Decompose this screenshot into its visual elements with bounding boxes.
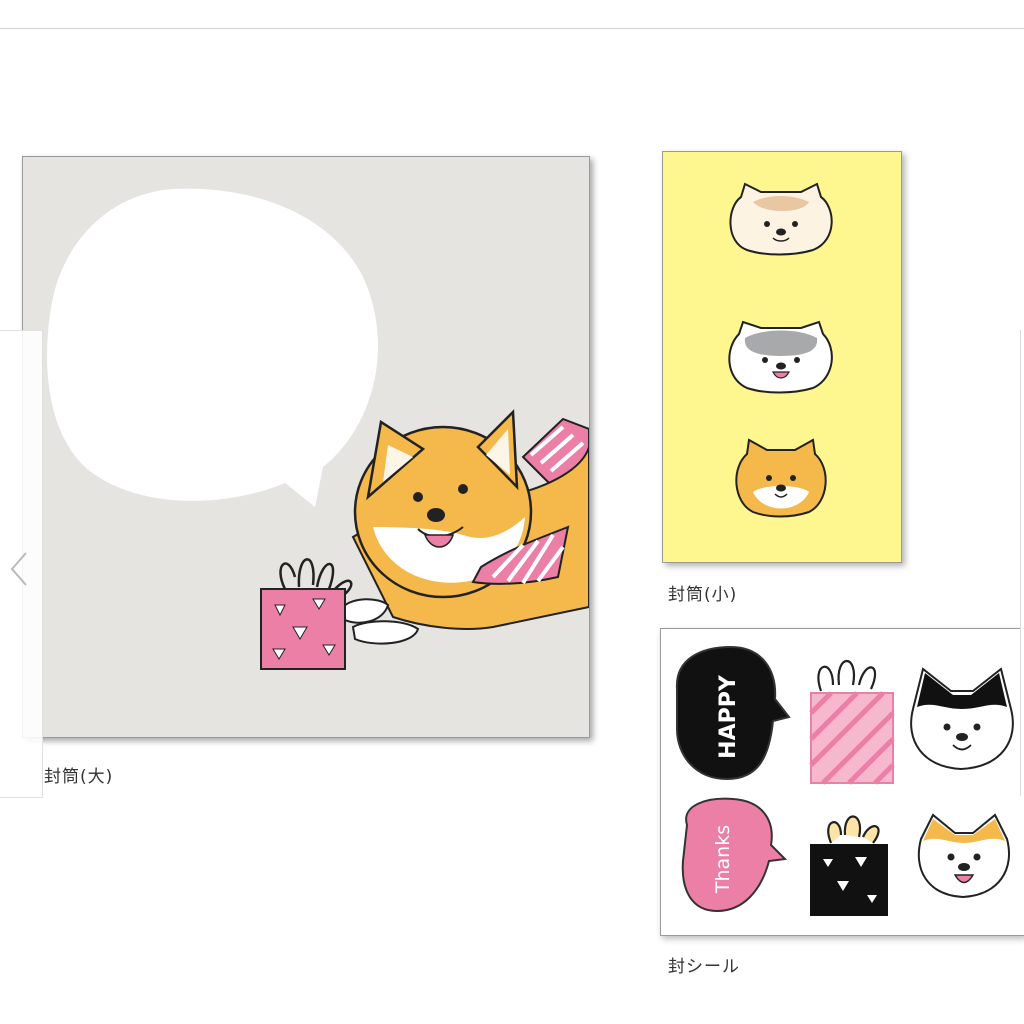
orange-shiba-face bbox=[735, 438, 827, 518]
orange-shiba-sticker bbox=[917, 813, 1010, 899]
cream-shiba-face bbox=[729, 182, 833, 256]
black-shiba-sticker bbox=[910, 667, 1014, 771]
pink-gift-sticker bbox=[810, 692, 894, 784]
carousel-prev-button[interactable] bbox=[0, 330, 43, 798]
happy-text: HAPPY bbox=[716, 674, 741, 759]
large-envelope-caption: 封筒(大) bbox=[44, 767, 114, 787]
speech-bubble bbox=[47, 188, 378, 507]
seal-sticker-caption: 封シール bbox=[668, 957, 740, 977]
carousel-next-button[interactable] bbox=[1020, 330, 1024, 796]
top-divider bbox=[0, 28, 1024, 29]
small-envelope-caption: 封筒(小) bbox=[668, 585, 738, 605]
black-gift-sticker bbox=[810, 844, 888, 916]
seal-sticker-sheet: HAPPY Thanks bbox=[660, 628, 1024, 936]
thanks-text: Thanks bbox=[712, 825, 734, 894]
large-envelope-image bbox=[22, 156, 590, 738]
small-envelope-image bbox=[662, 151, 902, 563]
grey-shiba-face bbox=[728, 320, 833, 394]
chevron-left-icon bbox=[10, 552, 27, 586]
